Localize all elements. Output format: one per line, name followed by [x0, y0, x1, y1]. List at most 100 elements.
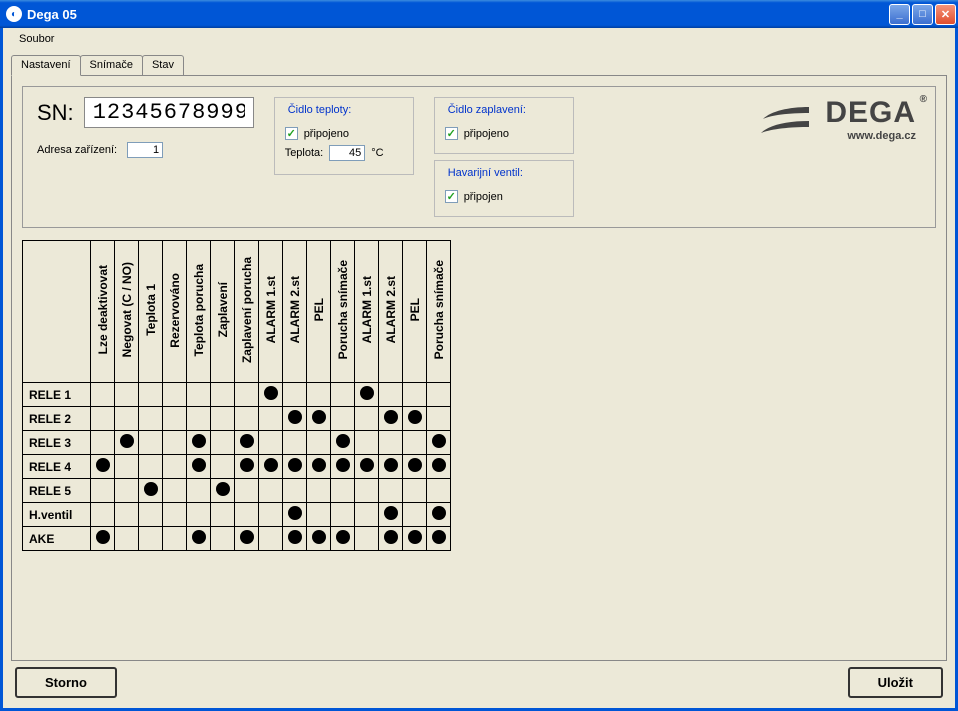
matrix-cell[interactable]	[307, 383, 331, 407]
dot-icon[interactable]	[192, 530, 206, 544]
dot-icon[interactable]	[96, 458, 110, 472]
matrix-cell[interactable]	[187, 383, 211, 407]
matrix-cell[interactable]	[379, 479, 403, 503]
address-input[interactable]	[127, 142, 163, 158]
matrix-cell[interactable]	[139, 479, 163, 503]
dot-icon[interactable]	[360, 458, 374, 472]
matrix-cell[interactable]	[91, 527, 115, 551]
matrix-cell[interactable]	[331, 407, 355, 431]
temp-connected-checkbox[interactable]: ✓	[285, 127, 298, 140]
matrix-cell[interactable]	[259, 431, 283, 455]
matrix-cell[interactable]	[211, 527, 235, 551]
matrix-cell[interactable]	[427, 455, 451, 479]
matrix-cell[interactable]	[379, 503, 403, 527]
dot-icon[interactable]	[312, 530, 326, 544]
dot-icon[interactable]	[312, 458, 326, 472]
matrix-cell[interactable]	[115, 527, 139, 551]
dot-icon[interactable]	[288, 506, 302, 520]
maximize-button[interactable]: □	[912, 4, 933, 25]
matrix-cell[interactable]	[331, 527, 355, 551]
matrix-cell[interactable]	[91, 503, 115, 527]
matrix-cell[interactable]	[235, 407, 259, 431]
dot-icon[interactable]	[312, 410, 326, 424]
matrix-cell[interactable]	[283, 431, 307, 455]
matrix-cell[interactable]	[331, 503, 355, 527]
matrix-cell[interactable]	[283, 455, 307, 479]
dot-icon[interactable]	[192, 434, 206, 448]
matrix-cell[interactable]	[379, 383, 403, 407]
matrix-cell[interactable]	[187, 407, 211, 431]
matrix-cell[interactable]	[307, 527, 331, 551]
matrix-cell[interactable]	[259, 383, 283, 407]
matrix-cell[interactable]	[307, 479, 331, 503]
matrix-cell[interactable]	[355, 431, 379, 455]
tab-status[interactable]: Stav	[142, 55, 184, 76]
matrix-cell[interactable]	[427, 527, 451, 551]
matrix-cell[interactable]	[283, 383, 307, 407]
matrix-cell[interactable]	[139, 431, 163, 455]
dot-icon[interactable]	[288, 530, 302, 544]
matrix-cell[interactable]	[427, 383, 451, 407]
dot-icon[interactable]	[408, 530, 422, 544]
matrix-cell[interactable]	[187, 503, 211, 527]
matrix-cell[interactable]	[427, 407, 451, 431]
matrix-cell[interactable]	[139, 407, 163, 431]
matrix-cell[interactable]	[91, 407, 115, 431]
sn-input[interactable]	[84, 97, 254, 128]
matrix-cell[interactable]	[355, 407, 379, 431]
matrix-cell[interactable]	[403, 527, 427, 551]
menu-file[interactable]: Soubor	[13, 31, 60, 47]
matrix-cell[interactable]	[403, 479, 427, 503]
matrix-cell[interactable]	[259, 455, 283, 479]
matrix-cell[interactable]	[331, 383, 355, 407]
dot-icon[interactable]	[336, 458, 350, 472]
matrix-cell[interactable]	[259, 527, 283, 551]
matrix-cell[interactable]	[139, 455, 163, 479]
dot-icon[interactable]	[240, 458, 254, 472]
dot-icon[interactable]	[288, 458, 302, 472]
matrix-cell[interactable]	[355, 503, 379, 527]
dot-icon[interactable]	[240, 434, 254, 448]
matrix-cell[interactable]	[91, 455, 115, 479]
temp-value-input[interactable]	[329, 145, 365, 161]
matrix-cell[interactable]	[163, 479, 187, 503]
dot-icon[interactable]	[336, 434, 350, 448]
matrix-cell[interactable]	[331, 479, 355, 503]
matrix-cell[interactable]	[403, 431, 427, 455]
matrix-cell[interactable]	[115, 479, 139, 503]
save-button[interactable]: Uložit	[848, 667, 943, 698]
matrix-cell[interactable]	[283, 479, 307, 503]
matrix-cell[interactable]	[115, 407, 139, 431]
matrix-cell[interactable]	[211, 431, 235, 455]
matrix-cell[interactable]	[211, 383, 235, 407]
matrix-cell[interactable]	[163, 383, 187, 407]
flood-connected-checkbox[interactable]: ✓	[445, 127, 458, 140]
dot-icon[interactable]	[432, 458, 446, 472]
dot-icon[interactable]	[408, 410, 422, 424]
matrix-cell[interactable]	[163, 407, 187, 431]
matrix-cell[interactable]	[307, 455, 331, 479]
matrix-cell[interactable]	[355, 527, 379, 551]
dot-icon[interactable]	[144, 482, 158, 496]
matrix-cell[interactable]	[403, 503, 427, 527]
matrix-cell[interactable]	[235, 455, 259, 479]
matrix-cell[interactable]	[211, 455, 235, 479]
matrix-cell[interactable]	[211, 479, 235, 503]
matrix-cell[interactable]	[235, 503, 259, 527]
dot-icon[interactable]	[264, 458, 278, 472]
matrix-cell[interactable]	[403, 407, 427, 431]
matrix-cell[interactable]	[355, 383, 379, 407]
matrix-cell[interactable]	[355, 479, 379, 503]
matrix-cell[interactable]	[235, 527, 259, 551]
matrix-cell[interactable]	[139, 527, 163, 551]
matrix-cell[interactable]	[235, 431, 259, 455]
matrix-cell[interactable]	[379, 455, 403, 479]
matrix-cell[interactable]	[187, 527, 211, 551]
matrix-cell[interactable]	[379, 527, 403, 551]
matrix-cell[interactable]	[115, 455, 139, 479]
matrix-cell[interactable]	[331, 455, 355, 479]
matrix-cell[interactable]	[235, 479, 259, 503]
matrix-cell[interactable]	[163, 431, 187, 455]
dot-icon[interactable]	[216, 482, 230, 496]
dot-icon[interactable]	[96, 530, 110, 544]
